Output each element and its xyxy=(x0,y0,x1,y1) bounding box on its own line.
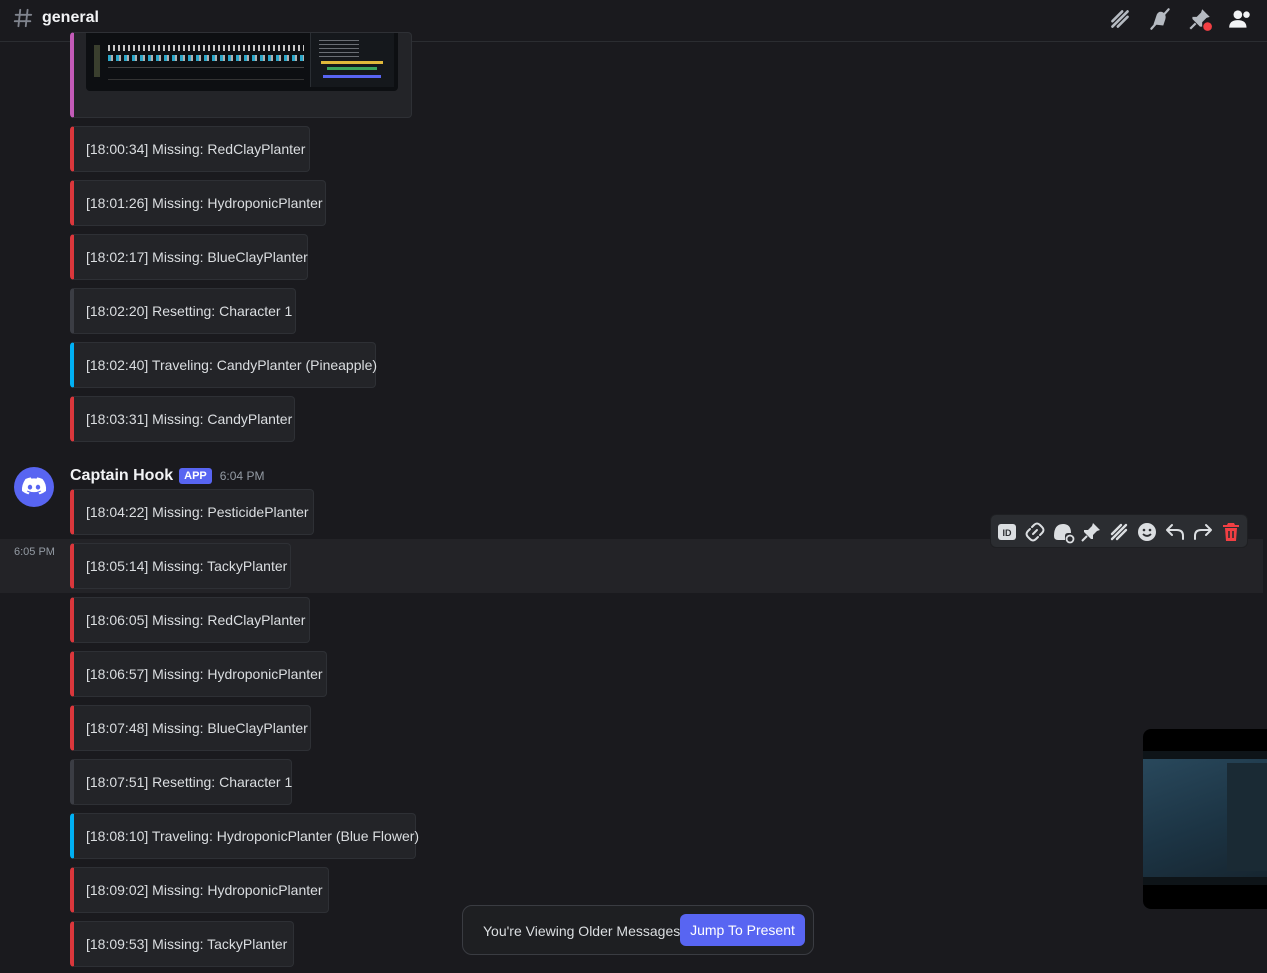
log-embed-missing: [18:07:48] Missing: BlueClayPlanter xyxy=(70,705,311,751)
svg-text:ID: ID xyxy=(1003,528,1013,538)
message-timestamp[interactable]: 6:04 PM xyxy=(220,469,265,483)
stream-preview xyxy=(1143,751,1267,885)
log-embed-missing: [18:04:22] Missing: PesticidePlanter xyxy=(70,489,314,535)
add-reaction-icon[interactable] xyxy=(1135,520,1159,544)
log-embed-travel: [18:08:10] Traveling: HydroponicPlanter … xyxy=(70,813,419,859)
log-embed-missing: [18:02:17] Missing: BlueClayPlanter xyxy=(70,234,308,280)
delete-icon[interactable] xyxy=(1219,520,1243,544)
forward-icon[interactable] xyxy=(1191,520,1215,544)
log-embed-reset: [18:02:20] Resetting: Character 1 xyxy=(70,288,296,334)
older-messages-bar: You're Viewing Older Messages Jump To Pr… xyxy=(462,905,814,955)
log-embed-missing: [18:00:34] Missing: RedClayPlanter xyxy=(70,126,310,172)
log-embed-missing: [18:05:14] Missing: TackyPlanter xyxy=(70,543,291,589)
screenshot-embed xyxy=(70,32,412,118)
reply-icon[interactable] xyxy=(1163,520,1187,544)
log-embed-missing: [18:09:02] Missing: HydroponicPlanter xyxy=(70,867,329,913)
older-messages-text: You're Viewing Older Messages xyxy=(483,923,681,939)
threads-icon[interactable] xyxy=(1107,6,1133,32)
channel-name: general xyxy=(42,9,99,26)
create-thread-icon[interactable] xyxy=(1107,520,1131,544)
discord-logo-icon xyxy=(21,477,47,495)
mark-unread-icon[interactable] xyxy=(1051,520,1075,544)
message-list[interactable]: [18:00:34] Missing: RedClayPlanter [18:01… xyxy=(0,32,1267,973)
log-embed-missing: [18:09:53] Missing: TackyPlanter xyxy=(70,921,294,967)
log-embed-missing: [18:06:57] Missing: HydroponicPlanter xyxy=(70,651,327,697)
jump-to-present-button[interactable]: Jump To Present xyxy=(680,914,805,946)
pinned-icon[interactable] xyxy=(1187,6,1213,32)
app-badge: APP xyxy=(179,468,212,484)
copy-id-icon[interactable]: ID xyxy=(995,520,1019,544)
log-embed-missing: [18:01:26] Missing: HydroponicPlanter xyxy=(70,180,326,226)
message-author: Captain Hook APP 6:04 PM xyxy=(70,467,264,485)
log-embed-reset: [18:07:51] Resetting: Character 1 xyxy=(70,759,292,805)
log-embed-travel: [18:02:40] Traveling: CandyPlanter (Pine… xyxy=(70,342,377,388)
mute-icon[interactable] xyxy=(1147,6,1173,32)
copy-link-icon[interactable] xyxy=(1023,520,1047,544)
discord-channel-view: general [18:00:34] Missing: RedClayPlant… xyxy=(0,0,1267,973)
author-name[interactable]: Captain Hook xyxy=(70,467,173,485)
picture-in-picture-stream[interactable] xyxy=(1143,729,1267,909)
log-embed-missing: [18:03:31] Missing: CandyPlanter xyxy=(70,396,295,442)
hover-timestamp[interactable]: 6:05 PM xyxy=(14,546,55,558)
hash-icon xyxy=(13,8,33,28)
members-icon[interactable] xyxy=(1227,6,1253,32)
screenshot-image[interactable] xyxy=(86,33,398,91)
pin-icon[interactable] xyxy=(1079,520,1103,544)
log-embed-missing: [18:06:05] Missing: RedClayPlanter xyxy=(70,597,310,643)
header-toolbar xyxy=(1107,6,1267,32)
message-action-bar: ID xyxy=(990,514,1248,548)
avatar[interactable] xyxy=(14,467,54,507)
